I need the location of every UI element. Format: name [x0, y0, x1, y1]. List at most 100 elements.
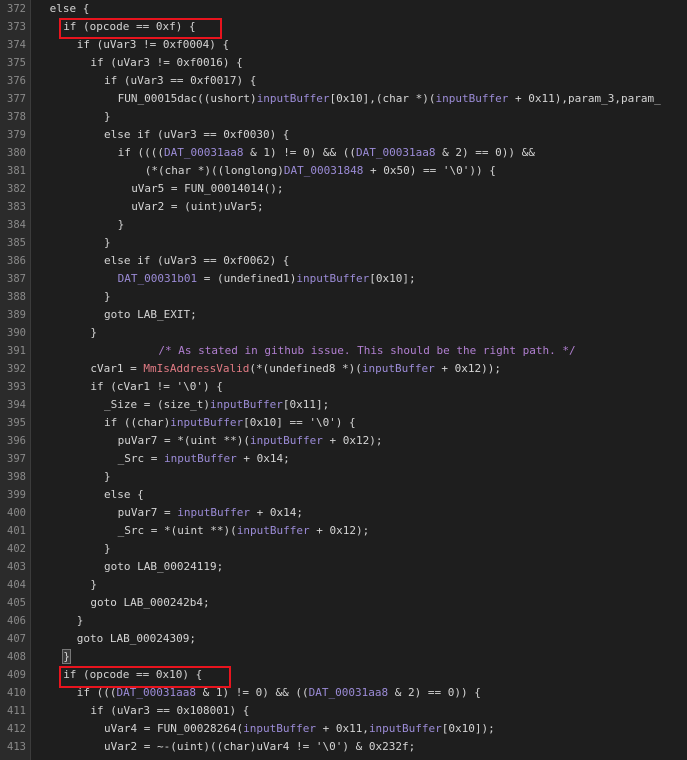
code-token: }	[104, 236, 111, 249]
code-line[interactable]: 383 uVar2 = (uint)uVar5;	[0, 198, 687, 216]
code-line[interactable]: 379 else if (uVar3 == 0xf0030) {	[0, 126, 687, 144]
line-number: 380	[7, 147, 26, 159]
code-line[interactable]: 385}	[0, 234, 687, 252]
line-number: 381	[7, 165, 26, 177]
code-token: _Src = *(uint **)(	[117, 524, 237, 537]
code-line[interactable]: 405 goto LAB_000242b4;	[0, 594, 687, 612]
code-token: LAB_00024309;	[103, 632, 197, 645]
code-line[interactable]: 413 uVar2 = ~-(uint)((char)uVar4 != '\0')…	[0, 738, 687, 756]
line-number: 392	[7, 363, 26, 375]
line-number: 400	[7, 507, 26, 519]
code-line[interactable]: 390}	[0, 324, 687, 342]
code-text: }	[118, 216, 125, 234]
code-token: }	[62, 649, 71, 664]
code-token: else if	[104, 128, 151, 141]
code-line[interactable]: 395 if ((char)inputBuffer[0x10] == '\0') …	[0, 414, 687, 432]
code-token: inputBuffer	[243, 722, 316, 735]
code-token: if	[63, 20, 77, 33]
line-number: 407	[7, 633, 26, 645]
line-number: 401	[7, 525, 26, 537]
code-text: if ((((DAT_00031aa8 & 1) != 0) && ((DAT_…	[118, 144, 535, 162]
code-line[interactable]: 403 goto LAB_00024119;	[0, 558, 687, 576]
code-line[interactable]: 398}	[0, 468, 687, 486]
code-token: (opcode == 0x10) {	[76, 668, 203, 681]
code-token: + 0x12));	[434, 362, 502, 375]
line-number: 402	[7, 543, 26, 555]
code-line[interactable]: 411 if (uVar3 == 0x108001) {	[0, 702, 687, 720]
decompiler-code-view[interactable]: 372 else {373 if (opcode == 0xf) {374 if (u…	[0, 0, 687, 760]
code-line[interactable]: 377 FUN_00015dac((ushort)inputBuffer[0x10…	[0, 90, 687, 108]
code-line[interactable]: 397 _Src = inputBuffer + 0x14;	[0, 450, 687, 468]
code-token: cVar1 =	[90, 362, 144, 375]
code-text: }	[90, 576, 97, 594]
code-line[interactable]: 374 if (uVar3 != 0xf0004) {	[0, 36, 687, 54]
code-token: if	[104, 74, 118, 87]
code-text: if (opcode == 0x10) {	[63, 666, 202, 684]
code-token: LAB_EXIT;	[130, 308, 197, 321]
code-text: if (cVar1 != '\0') {	[90, 378, 222, 396]
line-number: 387	[7, 273, 26, 285]
code-line[interactable]: 393 if (cVar1 != '\0') {	[0, 378, 687, 396]
code-token: [0x11];	[282, 398, 330, 411]
code-token: = (undefined1)	[197, 272, 297, 285]
code-token: inputBuffer	[368, 722, 442, 735]
code-line[interactable]: 402}	[0, 540, 687, 558]
code-text: else {	[50, 0, 90, 18]
code-line[interactable]: 392 cVar1 = MmIsAddressValid(*(undefined8…	[0, 360, 687, 378]
code-token: uVar4 =	[104, 722, 157, 735]
code-line[interactable]: 380 if ((((DAT_00031aa8 & 1) != 0) && ((D…	[0, 144, 687, 162]
code-line[interactable]: 381 (*(char *)((longlong)DAT_00031848 + 0…	[0, 162, 687, 180]
code-token: (uVar3 == 0xf0062) {	[150, 254, 290, 267]
code-token: if	[76, 38, 91, 51]
code-line[interactable]: 376 if (uVar3 == 0xf0017) {	[0, 72, 687, 90]
code-line[interactable]: 387 DAT_00031b01 = (undefined1)inputBuffe…	[0, 270, 687, 288]
code-token: + 0x12);	[309, 524, 370, 537]
line-number: 403	[7, 561, 26, 573]
code-token: [0x10]);	[441, 722, 495, 735]
code-line[interactable]: 375 if (uVar3 != 0xf0016) {	[0, 54, 687, 72]
code-line[interactable]: 404}	[0, 576, 687, 594]
code-line[interactable]: 389 goto LAB_EXIT;	[0, 306, 687, 324]
code-line[interactable]: 401 _Src = *(uint **)(inputBuffer + 0x12)…	[0, 522, 687, 540]
code-line[interactable]: 407 goto LAB_00024309;	[0, 630, 687, 648]
code-line[interactable]: 386 else if (uVar3 == 0xf0062) {	[0, 252, 687, 270]
code-line[interactable]: 409 if (opcode == 0x10) {	[0, 666, 687, 684]
code-line[interactable]: 382 uVar5 = FUN_00014014();	[0, 180, 687, 198]
code-line[interactable]: 388}	[0, 288, 687, 306]
code-token: goto	[76, 632, 104, 645]
code-token: (uVar3 == 0xf0017) {	[117, 74, 257, 87]
code-line[interactable]: 394 _Size = (size_t)inputBuffer[0x11];	[0, 396, 687, 414]
code-token: }	[90, 578, 98, 591]
code-token: + 0x14;	[250, 506, 304, 519]
code-token: _Size = (size_t)	[104, 398, 210, 411]
code-line[interactable]: 372 else {	[0, 0, 687, 18]
code-token: (*(undefined8 *)(	[249, 362, 362, 375]
line-number: 393	[7, 381, 26, 393]
code-line[interactable]: 396 puVar7 = *(uint **)(inputBuffer + 0x1…	[0, 432, 687, 450]
code-line[interactable]: 384}	[0, 216, 687, 234]
line-number: 375	[7, 57, 26, 69]
code-token: (uVar3 == 0xf0030) {	[150, 128, 290, 141]
line-number: 396	[7, 435, 26, 447]
code-token: }	[104, 290, 111, 303]
code-token: }	[76, 614, 84, 627]
line-number: 390	[7, 327, 26, 339]
code-line[interactable]: 391 /* As stated in github issue. This sh…	[0, 342, 687, 360]
code-token: LAB_00024119;	[130, 560, 224, 573]
code-text: }	[104, 540, 111, 558]
code-text: if (uVar3 == 0xf0017) {	[104, 72, 256, 90]
code-line[interactable]: 378}	[0, 108, 687, 126]
code-line[interactable]: 410 if (((DAT_00031aa8 & 1) != 0) && ((DA…	[0, 684, 687, 702]
code-token: inputBuffer	[250, 434, 323, 447]
code-line[interactable]: 406}	[0, 612, 687, 630]
code-line[interactable]: 408}	[0, 648, 687, 666]
code-token: & 1) != 0) && ((	[196, 686, 309, 699]
code-token: {	[130, 488, 144, 501]
code-line[interactable]: 400 puVar7 = inputBuffer + 0x14;	[0, 504, 687, 522]
code-line[interactable]: 399 else {	[0, 486, 687, 504]
code-line[interactable]: 373 if (opcode == 0xf) {	[0, 18, 687, 36]
code-text: }	[104, 468, 111, 486]
code-token: FUN_00015dac	[117, 92, 198, 105]
code-token: else	[104, 488, 131, 501]
code-line[interactable]: 412 uVar4 = FUN_00028264(inputBuffer + 0x…	[0, 720, 687, 738]
